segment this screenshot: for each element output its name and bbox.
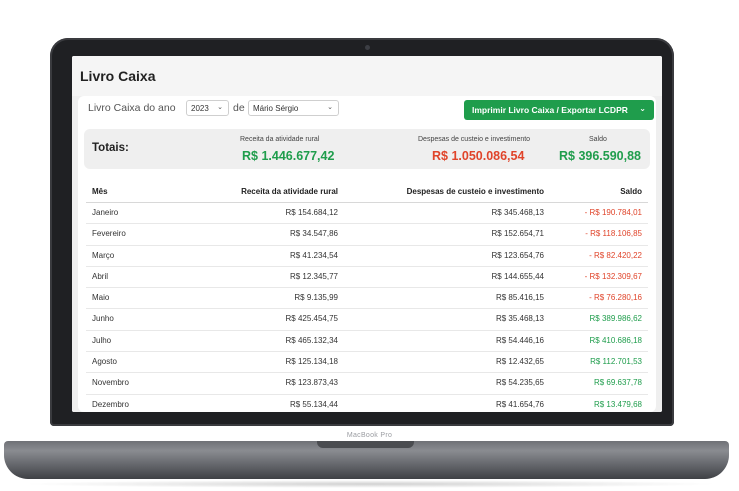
laptop-notch	[317, 441, 414, 448]
table-row[interactable]: Agosto R$ 125.134,18 R$ 12.432,65 R$ 112.70…	[86, 352, 648, 374]
table-row[interactable]: Julho R$ 465.132,34 R$ 54.446,16 R$ 410.686…	[86, 331, 648, 353]
totals-saldo-value: R$ 396.590,88	[559, 149, 642, 163]
month-cell: Março	[92, 250, 115, 260]
despesas-cell: R$ 41.654,76	[495, 399, 544, 409]
saldo-cell: R$ 389.986,62	[589, 314, 643, 324]
receita-cell: R$ 125.134,18	[285, 357, 339, 367]
ledger-card: Livro Caixa do ano 2023 ⌄ de Mário Sérgi…	[78, 96, 656, 412]
screen: Livro Caixa Livro Caixa do ano 2023 ⌄ de…	[72, 56, 662, 412]
saldo-cell: R$ 13.479,68	[593, 399, 642, 409]
receita-cell: R$ 34.547,86	[289, 229, 338, 239]
month-cell: Junho	[92, 314, 114, 324]
table-row[interactable]: Novembro R$ 123.873,43 R$ 54.235,65 R$ 69.6…	[86, 373, 648, 395]
receita-cell: R$ 9.135,99	[294, 293, 338, 303]
despesas-cell: R$ 35.468,13	[495, 314, 544, 324]
receita-cell: R$ 12.345,77	[289, 271, 338, 281]
table-row[interactable]: Janeiro R$ 154.684,12 R$ 345.468,13 - R$ 19…	[86, 203, 648, 225]
column-header-saldo[interactable]: Saldo	[620, 187, 642, 196]
month-cell: Maio	[92, 293, 110, 303]
laptop-shadow	[20, 480, 720, 488]
totals-receita-caption: Receita da atividade rural	[240, 136, 320, 143]
device-brand-label: MacBook Pro	[346, 432, 393, 439]
page-title: Livro Caixa	[80, 68, 156, 84]
month-cell: Fevereiro	[92, 229, 126, 239]
table-row[interactable]: Fevereiro R$ 34.547,86 R$ 152.654,71 - R$ 1…	[86, 224, 648, 246]
saldo-cell: - R$ 118.106,85	[585, 229, 642, 239]
saldo-cell: - R$ 190.784,01	[584, 208, 642, 217]
saldo-cell: - R$ 82.420,22	[589, 250, 642, 260]
despesas-cell: R$ 12.432,65	[495, 357, 544, 367]
despesas-cell: R$ 144.655,44	[491, 271, 545, 281]
table-row[interactable]: Dezembro R$ 55.134,44 R$ 41.654,76 R$ 13.47…	[86, 395, 648, 412]
month-cell: Janeiro	[92, 208, 119, 217]
column-header-receita[interactable]: Receita da atividade rural	[241, 187, 338, 196]
receita-cell: R$ 154.684,12	[285, 208, 339, 217]
table-row[interactable]: Março R$ 41.234,54 R$ 123.654,76 - R$ 82.42…	[86, 246, 648, 267]
month-cell: Agosto	[92, 357, 117, 367]
saldo-cell: R$ 410.686,18	[589, 335, 643, 345]
chevron-down-icon: ⌄	[327, 104, 333, 111]
saldo-cell: R$ 112.701,53	[590, 357, 642, 367]
saldo-cell: - R$ 76.280,16	[589, 293, 642, 303]
totals-saldo-caption: Saldo	[589, 136, 607, 143]
ledger-table: Mês Receita da atividade rural Despesas …	[86, 183, 648, 412]
camera-icon	[365, 45, 370, 50]
despesas-cell: R$ 54.446,16	[495, 335, 544, 345]
totals-receita-value: R$ 1.446.677,42	[242, 149, 335, 163]
chevron-down-icon: ⌄	[639, 104, 646, 113]
print-export-button[interactable]: Imprimir Livro Caixa / Exportar LCDPR ⌄	[464, 100, 654, 120]
despesas-cell: R$ 54.235,65	[495, 378, 544, 388]
receita-cell: R$ 465.132,34	[285, 335, 339, 345]
despesas-cell: R$ 345.468,13	[491, 208, 545, 217]
year-select[interactable]: 2023 ⌄	[186, 100, 229, 116]
chevron-down-icon: ⌄	[217, 104, 223, 111]
year-filter-label: Livro Caixa do ano	[88, 102, 176, 114]
table-header: Mês Receita da atividade rural Despesas …	[86, 183, 648, 203]
table-row[interactable]: Maio R$ 9.135,99 R$ 85.416,15 - R$ 76.280,1…	[86, 288, 648, 310]
user-select[interactable]: Mário Sérgio ⌄	[248, 100, 339, 116]
month-cell: Novembro	[92, 378, 129, 388]
header-bar: Livro Caixa	[72, 56, 662, 96]
totals-label: Totais:	[92, 142, 129, 154]
totals-despesas-value: R$ 1.050.086,54	[432, 149, 525, 163]
despesas-cell: R$ 85.416,15	[495, 293, 544, 303]
table-body: Janeiro R$ 154.684,12 R$ 345.468,13 - R$ 19…	[86, 203, 648, 412]
column-header-despesas[interactable]: Despesas de custeio e investimento	[407, 187, 544, 196]
user-value: Mário Sérgio	[253, 104, 299, 113]
print-export-label: Imprimir Livro Caixa / Exportar LCDPR	[472, 105, 628, 115]
receita-cell: R$ 123.873,43	[285, 378, 339, 388]
month-cell: Abril	[92, 271, 109, 281]
totals-panel: Totais: Receita da atividade rural R$ 1.…	[84, 129, 650, 169]
receita-cell: R$ 41.234,54	[289, 250, 338, 260]
totals-despesas-caption: Despesas de custeio e investimento	[418, 136, 531, 143]
column-header-mes[interactable]: Mês	[92, 187, 108, 196]
receita-cell: R$ 55.134,44	[289, 399, 338, 409]
year-value: 2023	[191, 104, 209, 113]
month-cell: Julho	[92, 335, 112, 345]
despesas-cell: R$ 152.654,71	[491, 229, 545, 239]
table-row[interactable]: Abril R$ 12.345,77 R$ 144.655,44 - R$ 132.3…	[86, 267, 648, 289]
saldo-cell: - R$ 132.309,67	[584, 271, 642, 281]
despesas-cell: R$ 123.654,76	[491, 250, 545, 260]
saldo-cell: R$ 69.637,78	[593, 378, 642, 388]
receita-cell: R$ 425.454,75	[285, 314, 339, 324]
user-filter-label: de	[233, 102, 245, 114]
table-row[interactable]: Junho R$ 425.454,75 R$ 35.468,13 R$ 389.986…	[86, 309, 648, 331]
month-cell: Dezembro	[92, 399, 129, 409]
